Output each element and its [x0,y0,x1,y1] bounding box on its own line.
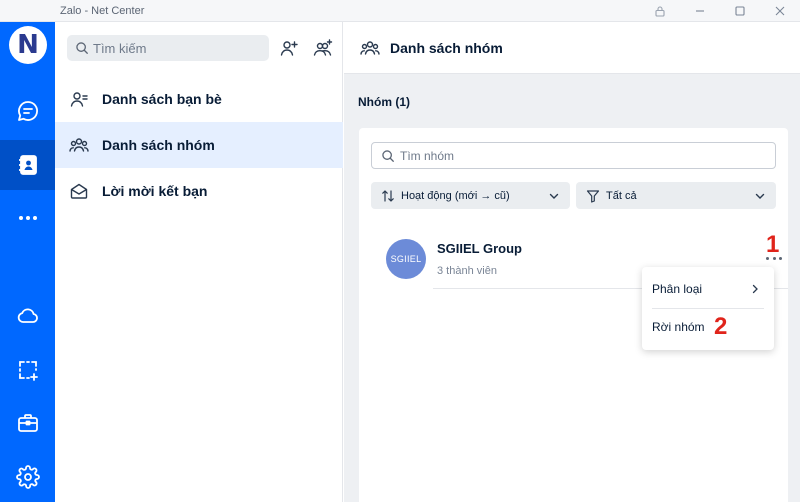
user-avatar[interactable]: N [9,26,47,64]
groups-icon [69,138,89,152]
menu-item-leave-group[interactable]: Rời nhóm [642,308,774,346]
rail-item-screenshot[interactable] [0,345,55,395]
chevron-right-icon [752,284,758,294]
search-box[interactable] [67,35,269,61]
filter-dropdown[interactable]: Tất cả [576,182,776,209]
create-group-icon [313,39,333,56]
filter-icon [586,189,600,203]
avatar-letter: N [17,30,39,60]
sidebar-item-label: Danh sách nhóm [102,137,215,153]
annotation-step-1: 1 [766,231,780,258]
groups-panel: Danh sách nhóm Nhóm (1) Hoạt động (mới →… [344,22,800,502]
gear-icon [15,465,40,489]
group-count: Nhóm (1) [358,95,410,109]
more-dots-icon [18,216,37,220]
group-context-menu: Phân loại Rời nhóm [642,267,774,350]
annotation-step-2: 2 [714,313,728,340]
panel-header: Danh sách nhóm [344,22,800,74]
rail-item-settings[interactable] [0,452,55,502]
briefcase-icon [17,414,38,432]
sort-dropdown[interactable]: Hoạt động (mới → cũ) [371,182,570,209]
search-icon [382,149,394,162]
maximize-button[interactable] [720,0,760,22]
sidebar-item-friends-list[interactable]: Danh sách bạn bè [55,76,343,122]
group-avatar: SGIIEL [386,239,426,279]
sort-label: Hoạt động (mới → cũ) [401,189,510,202]
envelope-open-icon [70,183,88,199]
lock-icon [655,6,665,17]
sidebar-item-label: Lời mời kết bạn [102,183,208,199]
rail-item-toolbox[interactable] [0,398,55,448]
contacts-sidebar: Danh sách bạn bè Danh sách nhóm Lời mời … [55,22,343,502]
minimize-button[interactable] [680,0,720,22]
cloud-icon [17,308,38,323]
menu-item-label: Rời nhóm [652,320,705,334]
group-member-count: 3 thành viên [437,265,497,277]
sidebar-item-groups-list[interactable]: Danh sách nhóm [55,122,343,168]
group-search-input[interactable] [400,148,770,163]
rail-item-cloud[interactable] [0,291,55,341]
screenshot-icon [18,361,38,381]
group-name: SGIIEL Group [437,241,522,256]
menu-item-label: Phân loại [652,282,703,296]
group-avatar-text: SGIIEL [390,254,422,264]
chevron-down-icon [755,193,765,199]
create-group-button[interactable] [309,34,337,62]
window-title: Zalo - Net Center [60,4,145,17]
menu-item-categorize[interactable]: Phân loại [642,270,774,308]
friends-list-icon [70,92,88,107]
groups-icon [360,40,380,55]
title-bar: Zalo - Net Center [0,0,800,22]
rail-item-contacts[interactable] [0,140,55,190]
sidebar-item-label: Danh sách bạn bè [102,91,222,107]
chevron-down-icon [549,193,559,199]
search-input[interactable] [93,40,263,56]
maximize-icon [735,6,745,16]
close-icon [775,6,785,16]
window-controls [640,0,800,22]
page-title: Danh sách nhóm [390,39,503,56]
nav-rail: N [0,0,55,502]
minimize-icon [696,10,704,12]
group-search-box[interactable] [371,142,776,169]
lock-button[interactable] [640,0,680,22]
filter-label: Tất cả [606,189,637,202]
add-friend-icon [280,41,298,56]
sort-icon [382,189,394,202]
search-icon [76,42,88,54]
more-dot [779,256,782,260]
rail-item-more[interactable] [0,193,55,243]
add-friend-button[interactable] [275,34,303,62]
sidebar-item-friend-requests[interactable]: Lời mời kết bạn [55,168,343,214]
close-button[interactable] [760,0,800,22]
contacts-book-icon [18,155,37,175]
chat-bubble-icon [17,101,38,121]
search-row [67,34,337,62]
rail-item-messages[interactable] [0,86,55,136]
